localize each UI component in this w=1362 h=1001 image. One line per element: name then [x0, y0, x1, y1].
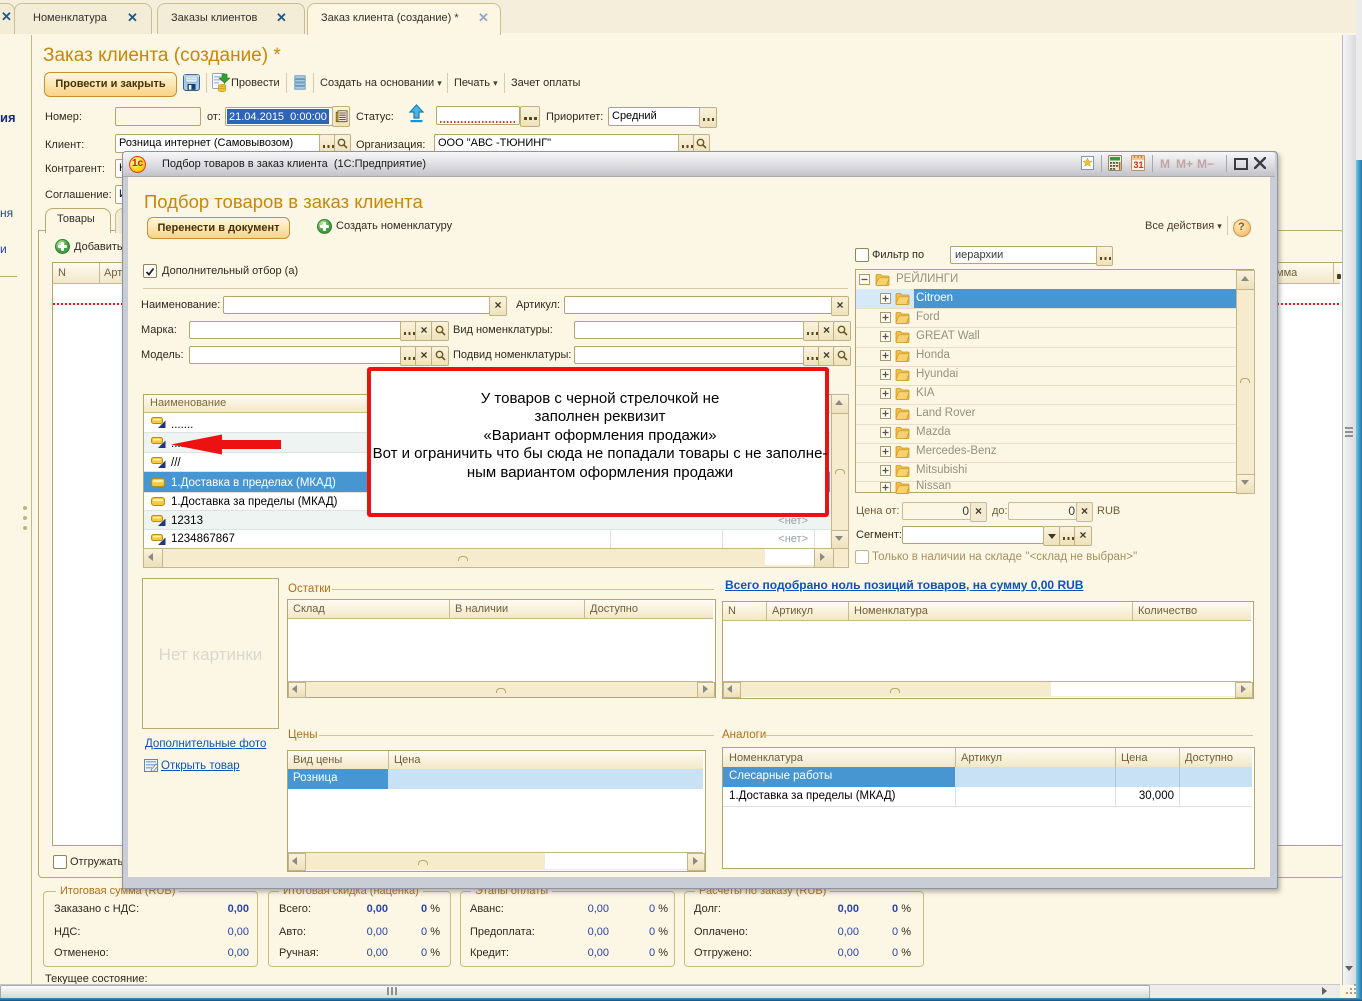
svg-text:31: 31	[1134, 160, 1144, 170]
